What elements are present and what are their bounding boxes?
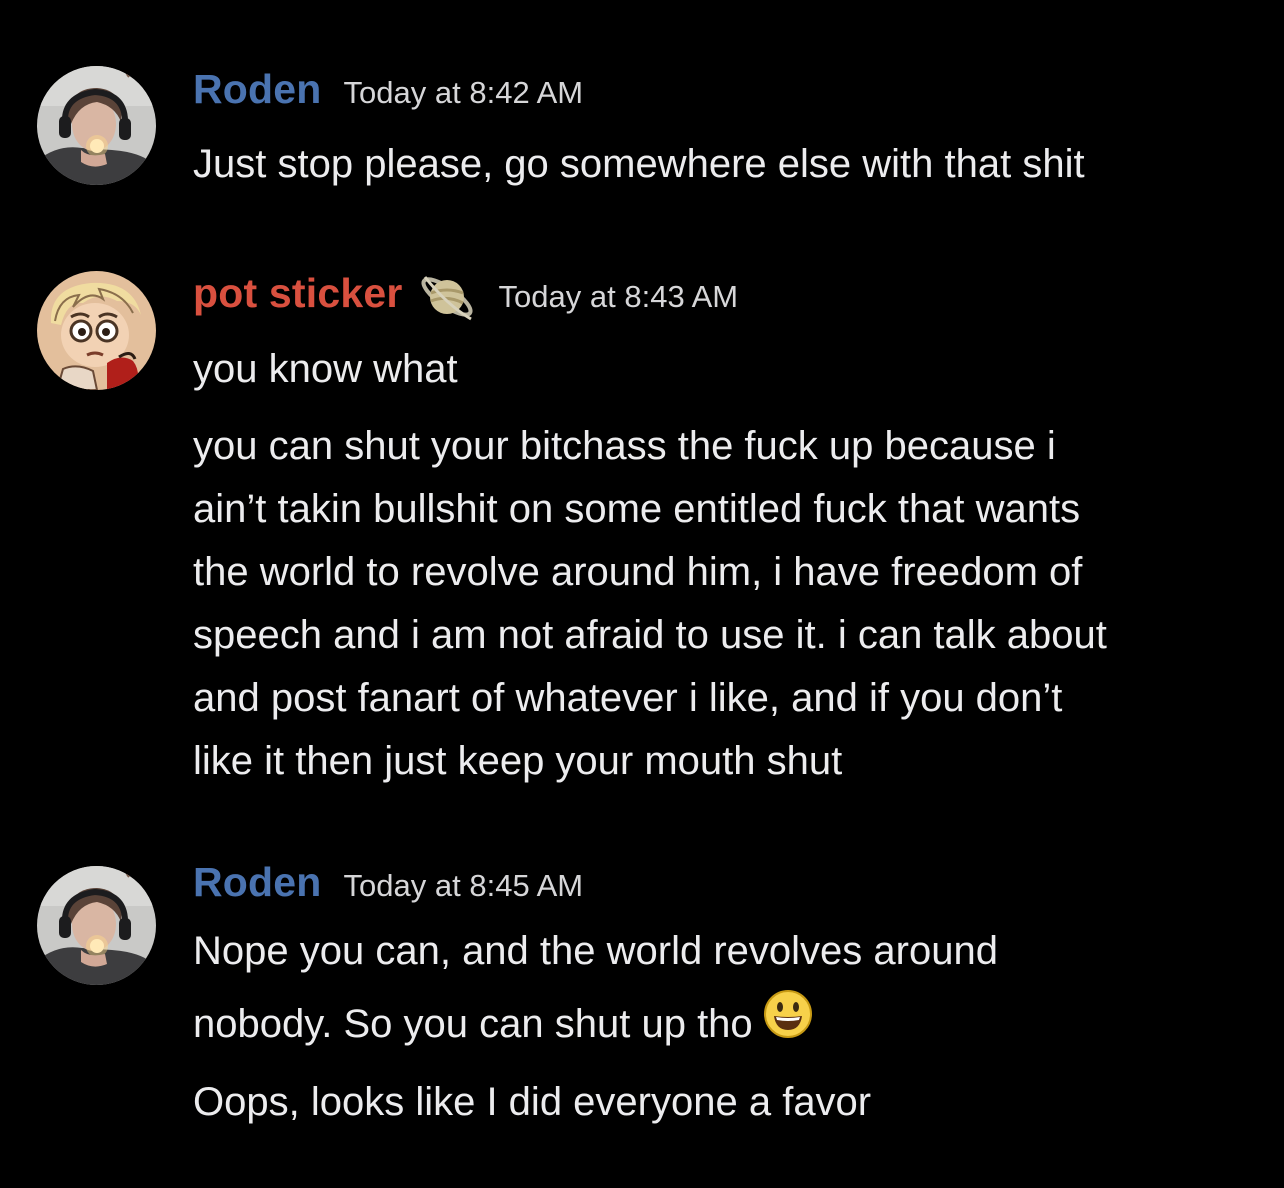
message-text: Just stop please, go somewhere else with… bbox=[193, 142, 1085, 186]
pot-sticker-avatar[interactable] bbox=[37, 271, 156, 390]
timestamp[interactable]: Today at 8:43 AM bbox=[499, 279, 739, 314]
message-text: you know what bbox=[193, 347, 458, 391]
message-text: like it then just keep your mouth shut bbox=[193, 739, 843, 783]
message-text: the world to revolve around him, i have … bbox=[193, 550, 1083, 594]
username[interactable]: Roden bbox=[193, 66, 322, 112]
timestamp[interactable]: Today at 8:42 AM bbox=[344, 75, 584, 110]
message-text: Oops, looks like I did everyone a favor bbox=[193, 1080, 872, 1124]
message-text-span: nobody. So you can shut up tho bbox=[193, 1002, 753, 1046]
username[interactable]: Roden bbox=[193, 859, 322, 905]
message-text: nobody. So you can shut up tho bbox=[193, 989, 813, 1058]
timestamp[interactable]: Today at 8:45 AM bbox=[344, 868, 584, 903]
roden-avatar[interactable] bbox=[37, 66, 156, 185]
username[interactable]: pot sticker bbox=[193, 270, 403, 316]
roden-avatar[interactable] bbox=[37, 866, 156, 985]
saturn-icon[interactable] bbox=[417, 265, 477, 330]
message-text: you can shut your bitchass the fuck up b… bbox=[193, 424, 1056, 468]
message-text: and post fanart of whatever i like, and … bbox=[193, 676, 1063, 720]
smiley-emoji-icon bbox=[763, 989, 813, 1058]
message-text: ain’t takin bullshit on some entitled fu… bbox=[193, 487, 1081, 531]
message-text: Nope you can, and the world revolves aro… bbox=[193, 929, 998, 973]
message-header: Roden Today at 8:42 AM bbox=[193, 66, 583, 126]
message-header: Roden Today at 8:45 AM bbox=[193, 859, 583, 919]
message-text: speech and i am not afraid to use it. i … bbox=[193, 613, 1107, 657]
message-header: pot sticker Today at 8:43 AM bbox=[193, 270, 738, 330]
